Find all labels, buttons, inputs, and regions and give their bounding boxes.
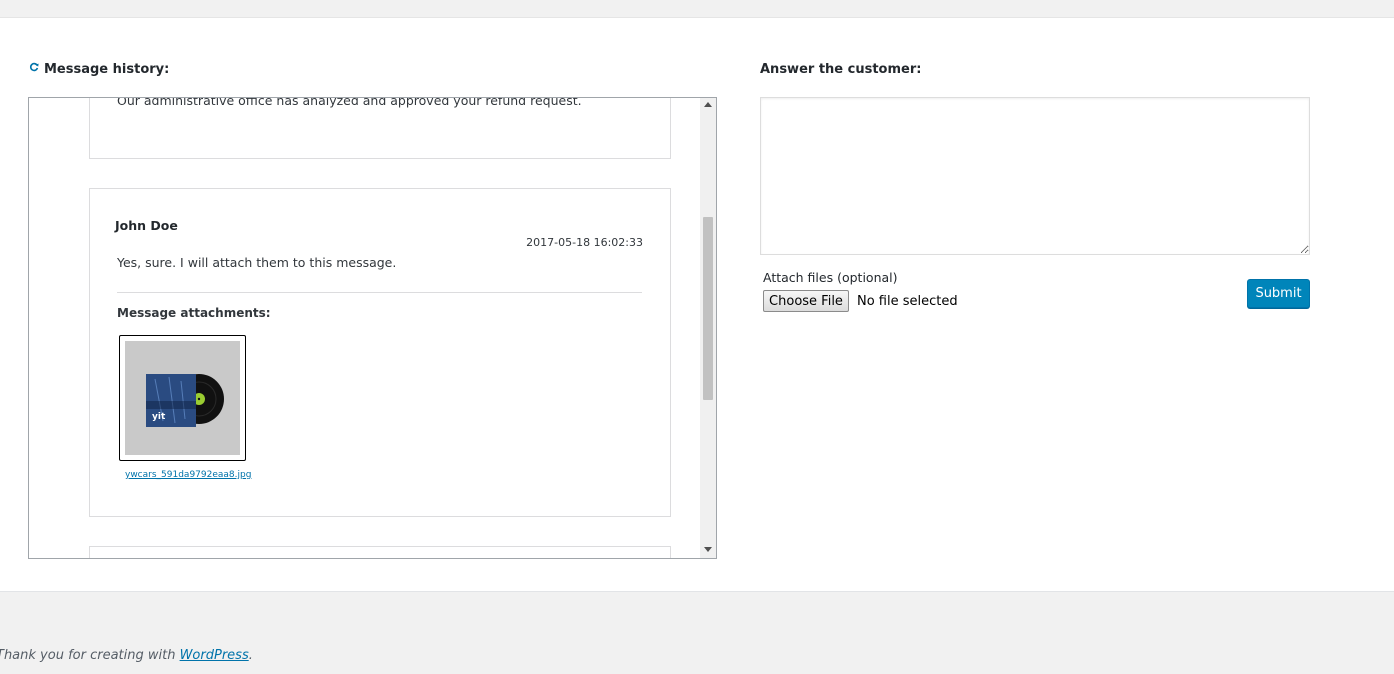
choose-file-button[interactable]: Choose File (763, 290, 849, 312)
message-history-box[interactable]: Our administrative office has analyzed a… (28, 97, 717, 559)
answer-textarea[interactable] (760, 97, 1310, 255)
scroll-down-arrow-icon[interactable] (704, 547, 712, 552)
message-date: 2017-05-18 16:02:33 (526, 236, 643, 249)
attach-files-label: Attach files (optional) (763, 270, 898, 285)
svg-text:yit: yit (152, 412, 166, 422)
footer-credit: Thank you for creating with WordPress. (0, 648, 253, 663)
footer-suffix: . (248, 648, 253, 663)
history-scrollbar[interactable] (700, 98, 716, 558)
message-body: Our administrative office has analyzed a… (117, 97, 582, 108)
answer-customer-title: Answer the customer: (760, 62, 922, 77)
top-bar (0, 0, 1394, 18)
vinyl-record-image: yit (125, 341, 240, 455)
message-history-heading: Message history: (29, 62, 169, 77)
attachments-label: Message attachments: (117, 306, 271, 320)
message-card: John Doe 2017-05-18 16:02:33 Yes, sure. … (89, 188, 671, 517)
scroll-thumb[interactable] (703, 217, 713, 400)
submit-button[interactable]: Submit (1247, 279, 1310, 308)
message-body: Yes, sure. I will attach them to this me… (117, 255, 397, 270)
message-history-title: Message history: (44, 62, 170, 77)
message-card: Our administrative office has analyzed a… (89, 97, 671, 159)
divider (117, 292, 642, 293)
message-card (89, 546, 671, 558)
message-author: John Doe (115, 218, 178, 233)
scroll-up-arrow-icon[interactable] (704, 102, 712, 107)
footer-text: Thank you for creating with (0, 648, 180, 663)
refresh-icon[interactable] (29, 62, 39, 72)
attachment-thumbnail[interactable]: yit (119, 335, 246, 461)
attachment-link[interactable]: ywcars_591da9792eaa8.jpg (125, 470, 251, 480)
wordpress-link[interactable]: WordPress (180, 648, 249, 663)
no-file-selected-text: No file selected (857, 294, 958, 309)
